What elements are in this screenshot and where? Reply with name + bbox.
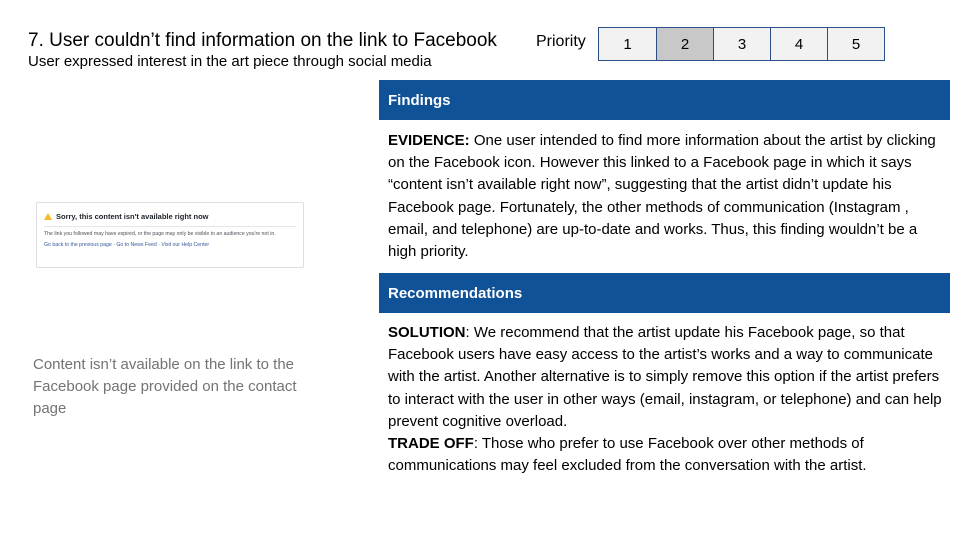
priority-level-5: 5 xyxy=(827,28,884,60)
priority-level-1: 1 xyxy=(599,28,656,60)
priority-level-3: 3 xyxy=(713,28,770,60)
screenshot-caption: Content isn’t available on the link to t… xyxy=(33,356,297,418)
facebook-error-body: The link you followed may have expired, … xyxy=(44,231,276,237)
facebook-error-screenshot: Sorry, this content isn't available righ… xyxy=(36,202,304,268)
warning-icon xyxy=(44,213,52,220)
solution-label: SOLUTION xyxy=(388,324,466,341)
slide-subtitle: User expressed interest in the art piece… xyxy=(28,53,432,70)
priority-scale: 1 2 3 4 5 xyxy=(598,27,885,61)
priority-label: Priority xyxy=(536,33,586,50)
slide-title: 7. User couldn’t find information on the… xyxy=(28,30,497,51)
findings-text: EVIDENCE: One user intended to find more… xyxy=(388,130,948,263)
findings-header: Findings xyxy=(379,80,950,120)
tradeoff-label: TRADE OFF xyxy=(388,435,474,453)
facebook-error-heading-text: Sorry, this content isn't available righ… xyxy=(56,212,209,221)
facebook-error-heading: Sorry, this content isn't available righ… xyxy=(44,212,296,227)
facebook-error-links: Go back to the previous page · Go to New… xyxy=(44,242,210,249)
solution-text: : We recommend that the artist update hi… xyxy=(388,324,942,430)
evidence-text: One user intended to find more informati… xyxy=(388,132,936,261)
evidence-label: EVIDENCE: xyxy=(388,132,470,149)
recommendations-text: SOLUTION: We recommend that the artist u… xyxy=(388,322,948,477)
recommendations-header: Recommendations xyxy=(379,273,950,313)
priority-level-4: 4 xyxy=(770,28,827,60)
priority-level-2: 2 xyxy=(656,28,713,60)
